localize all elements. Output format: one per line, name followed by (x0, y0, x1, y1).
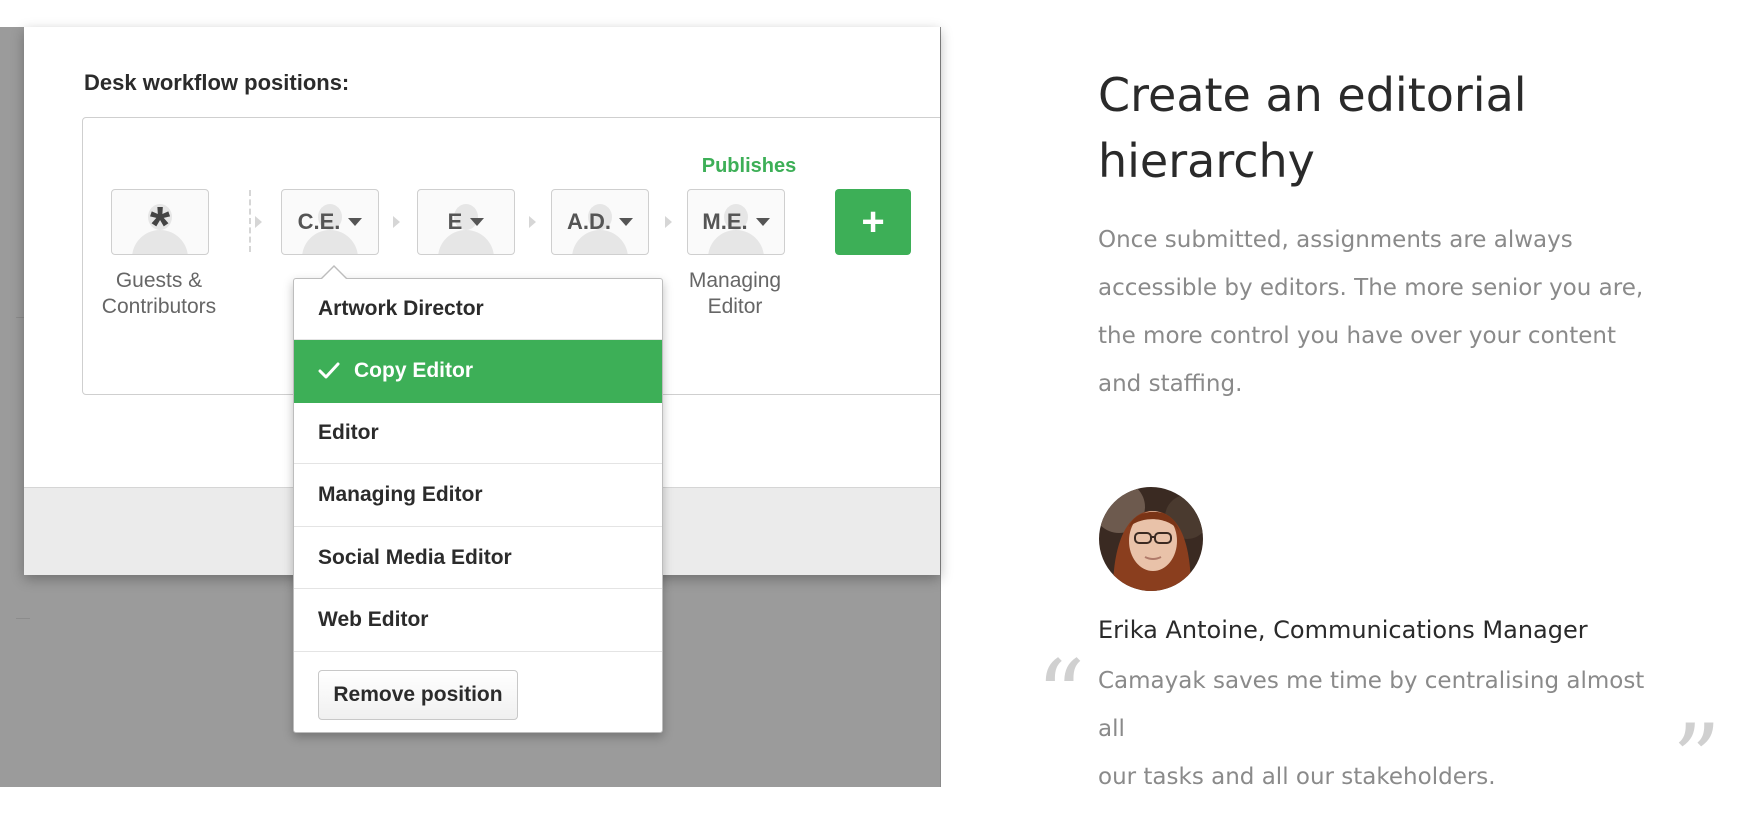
position-label-line: Managing (688, 269, 782, 292)
dropdown-item-label: Managing Editor (318, 483, 483, 506)
position-abbr: E (418, 209, 514, 235)
backdrop-tick (16, 618, 30, 619)
position-label-line: Contributors (101, 295, 217, 318)
position-editor[interactable]: E (417, 189, 515, 255)
avatar-portrait (1099, 487, 1203, 591)
backdrop-tick (16, 317, 24, 318)
publishes-label: Publishes (701, 155, 797, 177)
position-guests[interactable]: * (111, 189, 209, 255)
testimonial-quote: Camayak saves me time by centralising al… (1098, 657, 1678, 801)
position-label-line: Guests & (115, 269, 203, 292)
headline-line: Create an editorial (1098, 68, 1527, 122)
dropdown-item-social-media-editor[interactable]: Social Media Editor (294, 527, 662, 589)
position-abbr-text: A.D. (567, 209, 611, 234)
feature-headline: Create an editorial hierarchy (1098, 62, 1618, 194)
arrow-right-icon (665, 216, 672, 228)
quote-line: our tasks and all our stakeholders. (1098, 764, 1496, 790)
remove-position-button[interactable]: Remove position (318, 670, 518, 720)
add-position-button[interactable]: + (835, 189, 911, 255)
avatar (1099, 487, 1203, 591)
description-line: Once submitted, assignments are always (1098, 227, 1573, 253)
description-line: and staffing. (1098, 371, 1243, 397)
dropdown-item-web-editor[interactable]: Web Editor (294, 589, 662, 652)
position-managing-editor[interactable]: M.E. (687, 189, 785, 255)
divider (249, 190, 251, 252)
dropdown-item-label: Editor (318, 421, 379, 444)
position-abbr-text: M.E. (702, 209, 748, 234)
feature-description: Once submitted, assignments are always a… (1098, 216, 1658, 408)
asterisk-icon: * (149, 197, 171, 255)
testimonial-author: Erika Antoine, Communications Manager (1098, 616, 1588, 644)
quote-line: Camayak saves me time by centralising al… (1098, 668, 1645, 742)
dropdown-item-editor[interactable]: Editor (294, 403, 662, 464)
dropdown-item-artwork-director[interactable]: Artwork Director (294, 279, 662, 340)
dropdown-item-managing-editor[interactable]: Managing Editor (294, 464, 662, 527)
position-abbr-text: E (447, 209, 463, 234)
position-label-managing-editor: Managing Editor (665, 268, 805, 320)
close-quote-icon: ” (1672, 704, 1722, 816)
dropdown-item-label: Copy Editor (354, 359, 473, 382)
position-artwork-director[interactable]: A.D. (551, 189, 649, 255)
caret-down-icon (348, 218, 363, 226)
headline-line: hierarchy (1098, 134, 1315, 188)
position-abbr: C.E. (282, 209, 378, 235)
description-line: the more control you have over your cont… (1098, 323, 1616, 349)
plus-icon: + (861, 200, 885, 244)
position-label-line: Editor (707, 295, 763, 318)
position-label-guests: Guests & Contributors (89, 268, 229, 320)
caret-down-icon (619, 218, 633, 226)
arrow-right-icon (529, 216, 536, 228)
position-abbr: M.E. (688, 209, 784, 235)
caret-down-icon (470, 218, 485, 226)
dropdown-item-label: Social Media Editor (318, 545, 512, 569)
dropdown-item-copy-editor[interactable]: Copy Editor (294, 340, 662, 403)
position-abbr: A.D. (552, 209, 648, 235)
section-title: Desk workflow positions: (84, 70, 350, 95)
dropdown-item-label: Web Editor (318, 608, 429, 631)
arrow-right-icon (393, 216, 400, 228)
position-abbr-text: C.E. (297, 209, 341, 234)
open-quote-icon: “ (1036, 640, 1086, 752)
arrow-right-icon (255, 216, 262, 228)
check-icon (318, 362, 340, 379)
position-dropdown: Artwork Director Copy Editor Editor Mana… (293, 265, 663, 733)
dropdown-item-label: Artwork Director (318, 297, 484, 320)
description-line: accessible by editors. The more senior y… (1098, 275, 1644, 301)
position-copy-editor[interactable]: C.E. (281, 189, 379, 255)
caret-down-icon (755, 218, 770, 226)
